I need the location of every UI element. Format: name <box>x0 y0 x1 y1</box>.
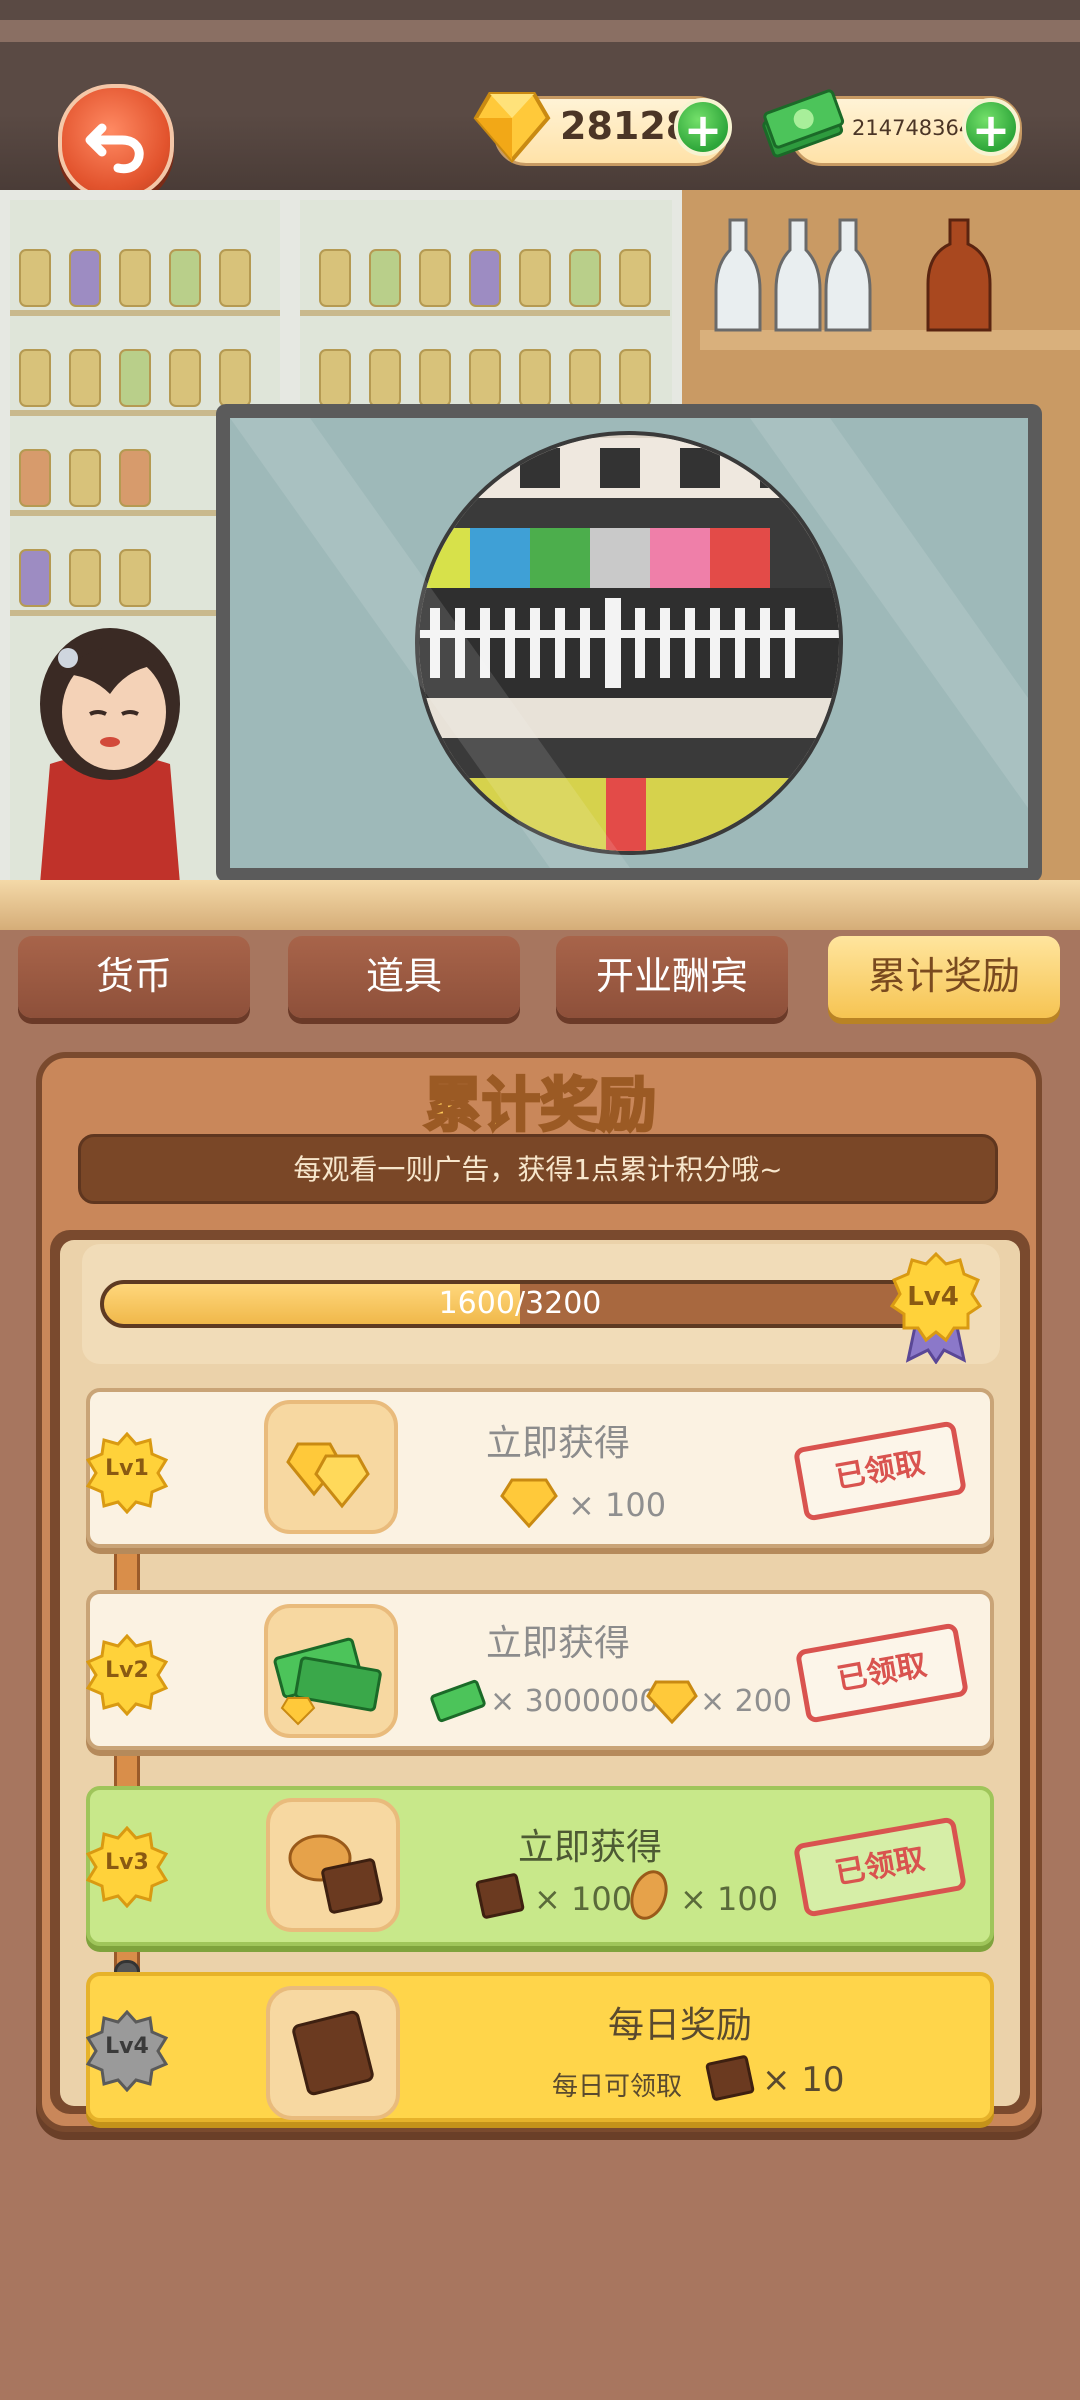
hint-text: 每观看一则广告，获得1点累计积分哦~ <box>78 1134 998 1204</box>
level-marker-text: Lv1 <box>105 1456 149 1481</box>
level-marker-text: Lv2 <box>105 1658 149 1683</box>
shopkeeper <box>40 628 180 884</box>
badge-level-text: Lv4 <box>907 1282 959 1312</box>
reward-title-lv4: 每日奖励 <box>607 2005 752 2046</box>
tab-cumulative-rewards[interactable]: 累计奖励 <box>828 936 1060 1018</box>
level-marker-lv3: Lv3 <box>85 1825 169 1936</box>
level-marker-lv2: Lv2 <box>85 1633 169 1744</box>
gem-icon <box>473 92 551 164</box>
tab-items[interactable]: 道具 <box>288 936 520 1018</box>
progress-text: 1600/3200 <box>438 1286 602 1321</box>
progress-bar: 1600/3200 <box>100 1280 940 1328</box>
level-badge: Lv4 <box>888 1251 983 1365</box>
reward-qty-lv3-books: × 100 <box>534 1880 633 1918</box>
reward-qty-lv3-fish: × 100 <box>680 1880 779 1918</box>
reward-qty-lv2-gems: × 200 <box>700 1684 792 1719</box>
reward-qty-lv1: × 100 <box>568 1486 667 1524</box>
cash-icon <box>762 89 845 158</box>
add-gems-button[interactable]: + <box>674 98 732 157</box>
cash-icon <box>430 1679 486 1723</box>
cash-pile-icon <box>273 1637 382 1726</box>
level-marker-lv4: Lv4 <box>85 2009 169 2120</box>
reward-icon-book <box>266 1986 400 2120</box>
reward-icon-book-fish <box>266 1798 400 1932</box>
tab-currency[interactable]: 货币 <box>18 936 250 1018</box>
shop-counter <box>0 880 1080 930</box>
gem-icon <box>646 1680 698 1724</box>
reward-qty-lv4: × 10 <box>762 2060 845 2100</box>
fish-cake-icon <box>630 1870 668 1920</box>
back-arrow-icon <box>85 123 144 174</box>
daily-claim-label: 每日可领取 <box>552 2072 683 2102</box>
gem-amount: 28128 <box>560 104 693 148</box>
reward-title-lv2: 立即获得 <box>485 1623 630 1664</box>
gems-pile-icon <box>286 1442 370 1509</box>
gem-icon <box>500 1478 558 1528</box>
level-marker-text: Lv3 <box>105 1850 149 1875</box>
tab-opening-offer[interactable]: 开业酬宾 <box>556 936 788 1018</box>
reward-icon-cash <box>264 1604 398 1738</box>
bottom-area <box>0 2140 1080 2400</box>
top-bar-stripe <box>0 20 1080 42</box>
fish-book-icon <box>288 1834 383 1914</box>
reward-qty-lv2-cash: × 3000000 <box>490 1684 659 1719</box>
reward-title-lv3: 立即获得 <box>517 1827 662 1868</box>
level-marker-lv1: Lv1 <box>85 1431 169 1542</box>
panel-title: 累计奖励 <box>422 1070 657 1141</box>
back-button[interactable] <box>58 84 174 200</box>
book-icon <box>705 2055 755 2101</box>
tv-screen <box>230 418 1028 868</box>
reward-title-lv1: 立即获得 <box>485 1423 630 1464</box>
book-icon <box>475 1873 525 1919</box>
add-cash-button[interactable]: + <box>962 98 1020 157</box>
reward-icon-gems <box>264 1400 398 1534</box>
level-marker-text: Lv4 <box>105 2034 149 2059</box>
book-icon <box>292 2010 374 2096</box>
test-pattern <box>230 418 1028 868</box>
bottles <box>714 218 992 332</box>
